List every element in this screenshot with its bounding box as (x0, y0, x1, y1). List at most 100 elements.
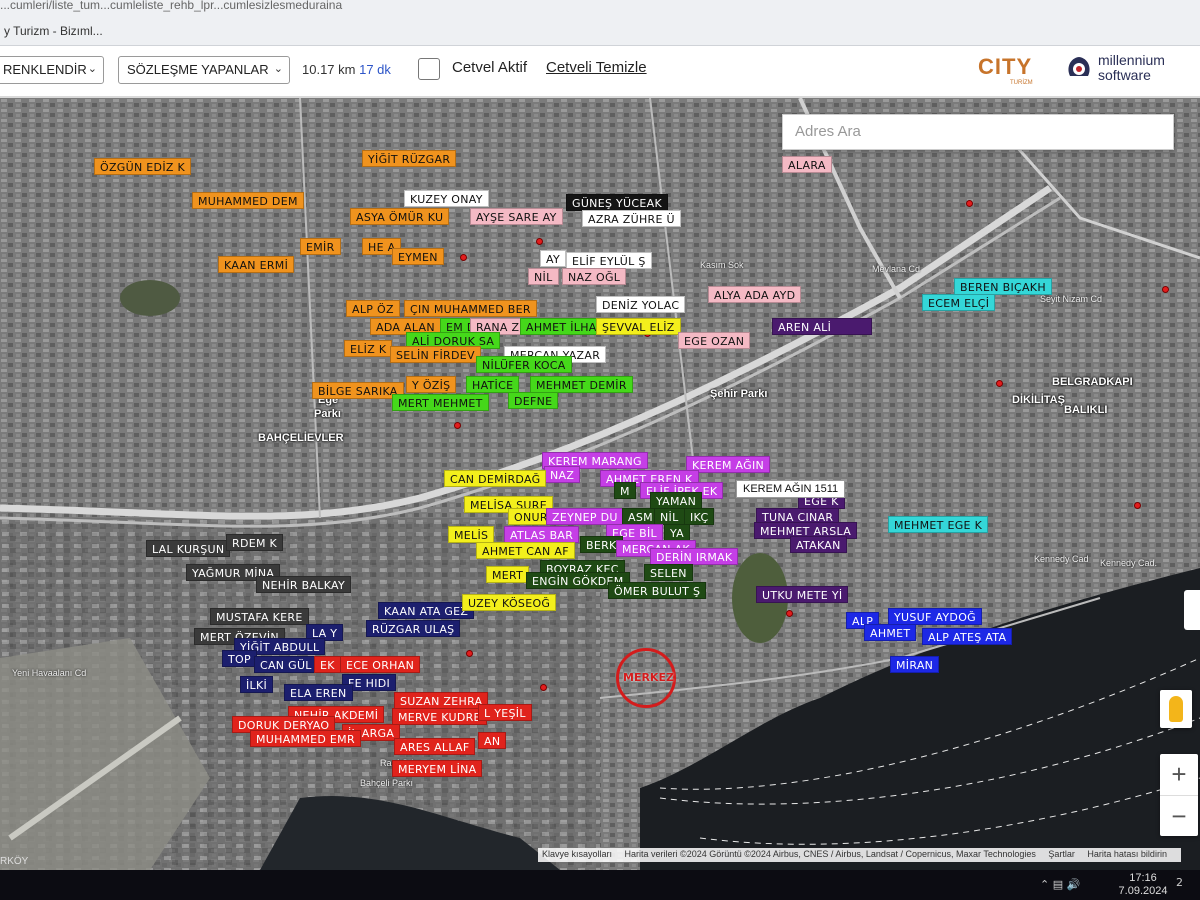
browser-tab-title[interactable]: y Turizm - Bizıml... (4, 24, 103, 38)
customer-label[interactable]: EGE OZAN (678, 332, 751, 349)
customer-label[interactable]: ŞEVVAL ELİZ (596, 318, 681, 335)
customer-label[interactable]: KAAN ATA GEZ (378, 602, 475, 619)
customer-label[interactable]: EK (314, 656, 341, 673)
customer-label[interactable]: ELİZ K (344, 340, 393, 357)
customer-label[interactable]: AHMET CAN AF (476, 542, 575, 559)
customer-label[interactable]: YUSUF AYDOĞ (888, 608, 982, 625)
customer-label[interactable]: HATİCE (466, 376, 520, 393)
customer-label[interactable]: RÜZGAR ULAŞ (366, 620, 461, 637)
customer-label[interactable]: SELİN FİRDEV (390, 346, 481, 363)
customer-label[interactable]: LAL KURŞUN (146, 540, 231, 557)
customer-label[interactable]: IKÇ (684, 508, 715, 525)
ruler-active-checkbox[interactable] (418, 58, 440, 80)
zoom-in-button[interactable]: + (1160, 754, 1198, 795)
customer-label[interactable]: AN (478, 732, 507, 749)
customer-label[interactable]: UTKU METE Yİ (756, 586, 849, 603)
address-bar-url[interactable]: ...cumleri/liste_tum...cumleliste_rehb_l… (0, 0, 342, 12)
customer-label[interactable]: Y ÖZİŞ (406, 376, 457, 393)
customer-label[interactable]: AHMET İLHA (520, 318, 603, 335)
customer-label[interactable]: TOP (222, 650, 257, 667)
customer-label[interactable]: NİL (654, 508, 685, 525)
customer-label[interactable]: NAZ OĞL (562, 268, 627, 285)
customer-label[interactable]: L YEŞİL (478, 704, 532, 721)
customer-label[interactable]: MUSTAFA KERE (210, 608, 309, 625)
customer-label[interactable]: KEREM AĞIN (686, 456, 771, 473)
location-pin[interactable] (996, 380, 1003, 387)
customer-label[interactable]: YA (664, 524, 690, 541)
customer-label[interactable]: MUHAMMED DEM (192, 192, 304, 209)
customer-label[interactable]: BİLGE SARIKA (312, 382, 404, 399)
customer-label[interactable]: AY (540, 250, 566, 267)
filter-select[interactable]: SÖZLEŞME YAPANLAR ⌄ (118, 56, 290, 84)
system-tray-icons[interactable]: ⌃ ▤ 🔊 (1040, 878, 1080, 891)
customer-label[interactable]: GÜNEŞ YÜCEAK (566, 194, 668, 211)
customer-label[interactable]: ARES ALLAF (394, 738, 476, 755)
customer-label[interactable]: M (614, 482, 636, 499)
location-pin[interactable] (466, 650, 473, 657)
customer-label[interactable]: RDEM K (226, 534, 284, 551)
location-pin[interactable] (454, 422, 461, 429)
map-side-button[interactable] (1184, 590, 1200, 630)
customer-label[interactable]: NİL (528, 268, 559, 285)
customer-label[interactable]: ATLAS BAR (504, 526, 580, 543)
zoom-out-button[interactable]: − (1160, 795, 1198, 836)
location-pin[interactable] (1134, 502, 1141, 509)
customer-label[interactable]: EMİR (300, 238, 341, 255)
customer-label[interactable]: ALARA (782, 156, 832, 173)
location-pin[interactable] (1162, 286, 1169, 293)
customer-label[interactable]: ALP ÖZ (346, 300, 400, 317)
customer-label[interactable]: DERİN IRMAK (650, 548, 739, 565)
customer-label[interactable]: KUZEY ONAY (404, 190, 489, 207)
color-mode-select[interactable]: RENKLENDİR ⌄ (0, 56, 104, 84)
customer-label[interactable]: NEHİR BALKAY (256, 576, 352, 593)
customer-label[interactable]: YAMAN (650, 492, 703, 509)
customer-label[interactable]: ECEM ELÇİ (922, 294, 996, 311)
customer-label[interactable]: ÇIN MUHAMMED BER (404, 300, 537, 317)
customer-label[interactable]: ECE ORHAN (340, 656, 421, 673)
customer-label[interactable]: ZEYNEP DU (546, 508, 624, 525)
customer-label[interactable]: ATAKAN (790, 536, 847, 553)
customer-label[interactable]: AYŞE SARE AY (470, 208, 563, 225)
customer-label[interactable]: AHMET (864, 624, 917, 641)
taskbar-clock[interactable]: 17:16 7.09.2024 (1116, 872, 1170, 898)
customer-label[interactable]: AZRA ZÜHRE Ü (582, 210, 681, 227)
customer-label[interactable]: KAAN ERMİ (218, 256, 295, 273)
location-pin[interactable] (540, 684, 547, 691)
customer-label[interactable]: AREN ALİ (772, 318, 872, 335)
location-pin[interactable] (460, 254, 467, 261)
customer-label[interactable]: MELİS (448, 526, 495, 543)
customer-label[interactable]: DENİZ YOLAC (596, 296, 686, 313)
customer-label[interactable]: MERVE KUDRE (392, 708, 487, 725)
customer-label[interactable]: ASYA ÖMÜR KU (350, 208, 450, 225)
customer-label[interactable]: SELEN (644, 564, 693, 581)
terms-link[interactable]: Şartlar (1048, 849, 1075, 859)
customer-label[interactable]: UZEY KÖSEOĞ (462, 594, 557, 611)
customer-label[interactable]: CAN GÜL (254, 656, 318, 673)
customer-label[interactable]: SUZAN ZEHRA (394, 692, 489, 709)
customer-label[interactable]: MUHAMMED EMR (250, 730, 361, 747)
street-view-pegman-icon[interactable] (1160, 690, 1192, 728)
customer-label[interactable]: ELA EREN (284, 684, 353, 701)
customer-label[interactable]: MERYEM LİNA (392, 760, 483, 777)
customer-label[interactable]: MERT MEHMET (392, 394, 489, 411)
notification-icon[interactable]: 2 (1176, 876, 1183, 889)
customer-label[interactable]: MEHMET EGE K (888, 516, 989, 533)
customer-label[interactable]: MİRAN (890, 656, 940, 673)
customer-label[interactable]: ALP ATEŞ ATA (922, 628, 1013, 645)
customer-label[interactable]: CAN DEMİRDAĞ (444, 470, 547, 487)
report-error-link[interactable]: Harita hatası bildirin (1087, 849, 1167, 859)
location-pin[interactable] (536, 238, 543, 245)
customer-label[interactable]: ALYA ADA AYD (708, 286, 802, 303)
customer-label[interactable]: ELİF EYLÜL Ş (566, 252, 652, 269)
customer-label[interactable]: BEREN BIÇAKH (954, 278, 1052, 295)
customer-label[interactable]: ÖZGÜN EDİZ K (94, 158, 192, 175)
keyboard-shortcuts-link[interactable]: Klavye kısayolları (542, 849, 612, 859)
customer-label[interactable]: YİĞİT RÜZGAR (362, 150, 457, 167)
customer-label[interactable]: NİLÜFER KOCA (476, 356, 572, 373)
map-canvas[interactable]: Kasım Sok Mevlana Cd Seyit Nizam Cd Kenn… (0, 98, 1200, 870)
customer-label[interactable]: NAZ (544, 466, 581, 483)
clear-ruler-link[interactable]: Cetveli Temizle (546, 59, 647, 76)
address-search-input[interactable]: Adres Ara (782, 114, 1174, 150)
customer-label[interactable]: ÖMER BULUT Ş (608, 582, 707, 599)
customer-label[interactable]: EYMEN (392, 248, 444, 265)
